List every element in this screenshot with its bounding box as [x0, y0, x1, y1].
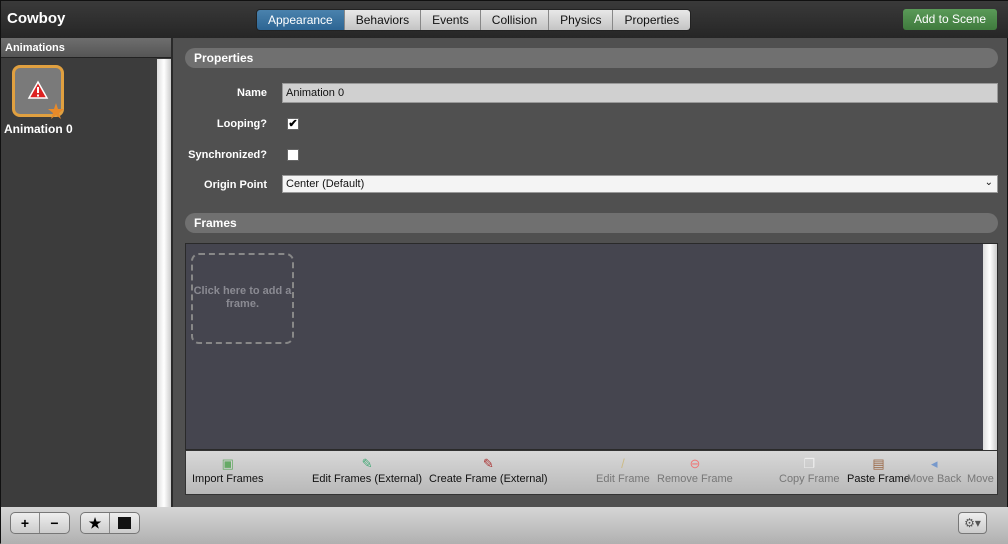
- duplicate-button[interactable]: [110, 513, 139, 533]
- paste-frame-button[interactable]: ▤ Paste Frame: [847, 455, 910, 485]
- import-icon: ▣: [221, 456, 234, 471]
- chevron-down-icon: ⌄: [984, 177, 993, 188]
- copy-icon: ❐: [803, 456, 816, 471]
- arrow-right-icon: [967, 455, 994, 473]
- looping-checkbox[interactable]: ✔: [287, 118, 299, 130]
- copy-frame-button[interactable]: ❐ Copy Frame: [779, 455, 840, 485]
- tab-events[interactable]: Events: [421, 10, 481, 30]
- brush-add-icon: ✎: [482, 456, 494, 471]
- add-to-scene-button[interactable]: Add to Scene: [903, 9, 997, 30]
- import-frames-button[interactable]: ▣ Import Frames: [192, 455, 264, 485]
- button-label: Edit Frame: [596, 473, 650, 485]
- edit-frame-button[interactable]: / Edit Frame: [596, 455, 650, 485]
- add-animation-button[interactable]: +: [11, 513, 40, 533]
- name-label: Name: [237, 87, 267, 99]
- button-label: Create Frame (External): [429, 473, 548, 485]
- synchronized-checkbox[interactable]: [287, 149, 299, 161]
- remove-icon: ⊖: [689, 456, 701, 471]
- favorite-button[interactable]: ★: [81, 513, 110, 533]
- origin-point-label: Origin Point: [204, 179, 267, 191]
- frames-toolbar: ▣ Import Frames ✎ Edit Frames (External) ✎…: [185, 450, 998, 495]
- paintbrush-icon: ✎: [361, 456, 373, 471]
- button-label: Move: [967, 473, 994, 485]
- name-input[interactable]: Animation 0: [282, 83, 998, 103]
- window-title: Cowboy: [7, 10, 66, 27]
- button-label: Move Back: [907, 473, 962, 485]
- tab-appearance[interactable]: Appearance: [257, 10, 345, 30]
- gear-menu-button[interactable]: ⚙▾: [958, 512, 987, 534]
- looping-label: Looping?: [216, 118, 267, 130]
- tab-bar: Appearance Behaviors Events Collision Ph…: [256, 9, 692, 31]
- pencil-icon: /: [621, 456, 625, 471]
- origin-point-value: Center (Default): [286, 178, 365, 190]
- button-label: Copy Frame: [779, 473, 840, 485]
- sidebar-header: Animations: [1, 38, 171, 58]
- frames-area: Click here to add a frame.: [185, 243, 998, 450]
- create-frame-external-button[interactable]: ✎ Create Frame (External): [429, 455, 548, 485]
- animations-sidebar: Animations Animation 0: [1, 38, 173, 507]
- button-label: Edit Frames (External): [312, 473, 423, 485]
- tab-physics[interactable]: Physics: [549, 10, 614, 30]
- add-frame-placeholder[interactable]: Click here to add a frame.: [191, 253, 294, 344]
- properties-header: Properties: [185, 48, 998, 68]
- edit-frames-external-button[interactable]: ✎ Edit Frames (External): [312, 455, 422, 485]
- button-label: Paste Frame: [847, 473, 910, 485]
- frames-scrollbar[interactable]: [983, 244, 997, 450]
- title-bar: Cowboy Appearance Behaviors Events Colli…: [1, 1, 1008, 38]
- origin-point-select[interactable]: Center (Default) ⌄: [282, 175, 998, 193]
- button-label: Import Frames: [192, 473, 264, 485]
- arrow-left-icon: ◂: [930, 456, 938, 471]
- tab-collision[interactable]: Collision: [480, 10, 550, 30]
- bottom-bar: + − ★ ⚙▾: [1, 507, 1008, 544]
- frames-header: Frames: [185, 213, 998, 233]
- button-label: Remove Frame: [657, 473, 733, 485]
- paste-icon: ▤: [872, 456, 885, 471]
- remove-frame-button[interactable]: ⊖ Remove Frame: [657, 455, 733, 485]
- tab-properties[interactable]: Properties: [613, 10, 691, 30]
- synchronized-label: Synchronized?: [188, 149, 267, 161]
- duplicate-icon: [118, 517, 131, 529]
- move-back-button[interactable]: ◂ Move Back: [907, 455, 961, 485]
- tab-behaviors[interactable]: Behaviors: [344, 10, 422, 30]
- move-button[interactable]: Move: [967, 455, 994, 485]
- remove-animation-button[interactable]: −: [40, 513, 69, 533]
